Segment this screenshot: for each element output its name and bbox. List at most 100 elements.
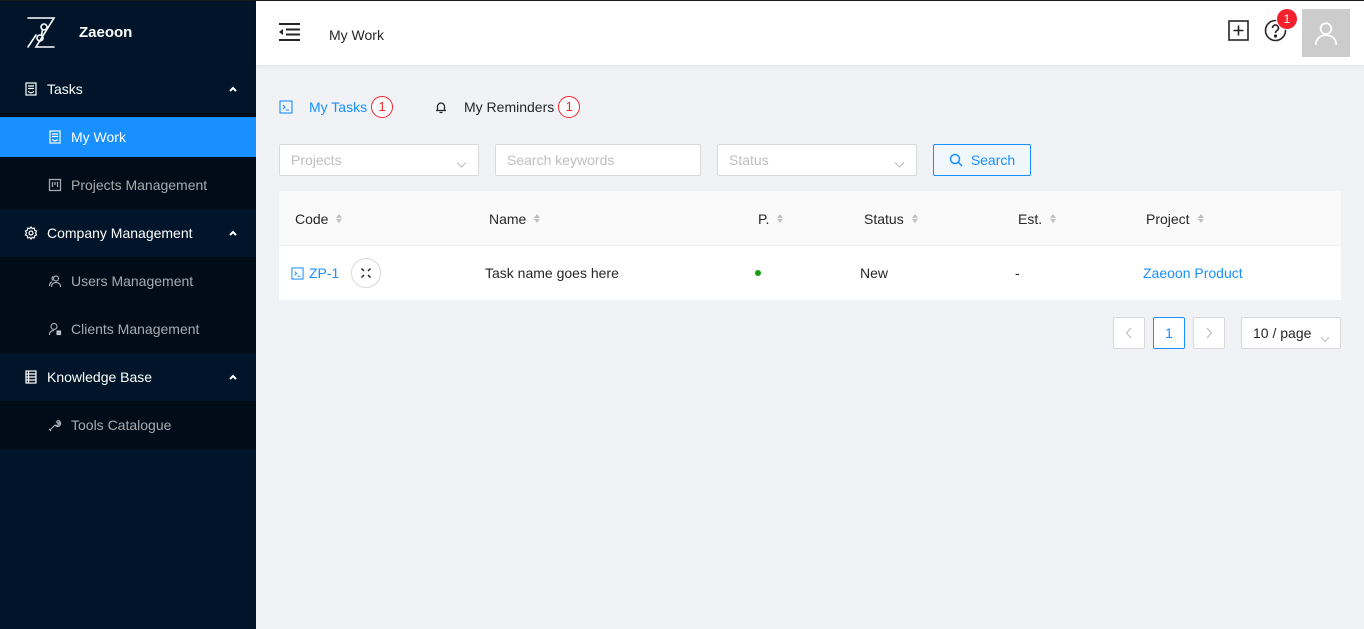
sidebar-item-my-work[interactable]: My Work [0,117,256,157]
task-estimate: - [1015,265,1020,281]
chevron-down-icon [894,156,905,168]
sidebar-item-label: Clients Management [71,321,200,337]
wrench-icon [48,418,62,432]
column-label: Code [295,210,329,227]
sidebar-item-users-management[interactable]: Users Management [0,261,256,301]
sort-icon[interactable] [1197,214,1204,223]
user-icon [1314,22,1338,45]
sidebar-group-tasks[interactable]: Tasks [0,65,256,113]
expand-task-button[interactable] [351,258,381,288]
task-name: Task name goes here [485,265,619,281]
book-icon [24,370,38,384]
sidebar-group-label: Knowledge Base [47,369,153,385]
column-header-estimate[interactable]: Est. [1018,191,1057,246]
chevron-down-icon [1320,330,1330,343]
task-code-link[interactable]: ZP-1 [291,265,339,281]
tab-my-reminders[interactable]: My Reminders 1 [434,93,581,128]
column-header-priority[interactable]: P. [758,191,784,246]
zaeoon-logo-icon [27,16,56,48]
page-size-select[interactable]: 10 / page [1241,317,1341,349]
page-title: My Work [329,27,384,43]
cell-estimate: - [1015,246,1020,300]
prev-page-button[interactable] [1113,317,1145,349]
project-link[interactable]: Zaeoon Product [1143,265,1243,281]
task-doc-icon [48,130,62,144]
tab-label: My Tasks [309,99,368,115]
sidebar-item-projects-management[interactable]: Projects Management [0,165,256,205]
cell-status: New [860,246,888,300]
sidebar-group-knowledge-base[interactable]: Knowledge Base [0,353,256,401]
tab-count-badge: 1 [558,96,581,118]
search-icon [949,153,963,167]
tab-label: My Reminders [464,99,555,115]
task-status: New [860,265,889,281]
page-number: 1 [1165,325,1173,341]
bell-icon [434,100,448,114]
cell-project: Zaeoon Product [1143,246,1243,300]
sidebar-item-label: Users Management [71,273,194,289]
tab-my-tasks[interactable]: My Tasks 1 [279,93,394,128]
sidebar-item-clients-management[interactable]: Clients Management [0,309,256,349]
column-header-name[interactable]: Name [489,191,541,246]
projects-select-placeholder: Projects [291,152,342,168]
chevron-right-icon [1206,327,1213,339]
chevron-up-icon[interactable] [228,228,238,238]
sidebar-item-label: Projects Management [71,177,208,193]
status-select-placeholder: Status [729,152,769,168]
sidebar-item-tools-catalogue[interactable]: Tools Catalogue [0,405,256,445]
sidebar-group-label: Company Management [47,225,193,241]
table-row[interactable]: ZP-1 Task name goes here New - Zaeoon Pr… [279,246,1341,300]
chevron-up-icon[interactable] [228,84,238,94]
chevron-left-icon [1125,327,1132,339]
column-header-project[interactable]: Project [1146,191,1204,246]
sidebar-submenu-tasks: My Work Projects Management [0,113,256,209]
sidebar: Zaeoon Tasks My Work Projects Management [0,0,256,629]
expand-icon [360,267,372,279]
next-page-button[interactable] [1193,317,1225,349]
page-1-button[interactable]: 1 [1153,317,1185,349]
board-icon [48,178,62,192]
task-code: ZP-1 [309,265,340,281]
keywords-field[interactable] [495,144,701,176]
search-keywords-input[interactable] [507,152,700,168]
cell-priority [755,246,761,300]
column-label: Est. [1018,210,1043,227]
sort-icon[interactable] [534,214,541,223]
page-size-value: 10 / page [1253,325,1312,341]
terminal-icon [291,266,304,280]
table-header: Code Name P. Status Est. Project [279,191,1341,246]
column-label: P. [758,210,770,227]
client-icon [48,322,62,336]
projects-select[interactable]: Projects [279,144,479,176]
sort-icon[interactable] [336,214,343,223]
users-icon [48,274,62,288]
sidebar-group-company-management[interactable]: Company Management [0,209,256,257]
cell-name: Task name goes here [485,246,619,300]
column-header-code[interactable]: Code [295,191,343,246]
task-doc-icon [24,82,38,96]
chevron-down-icon [456,156,467,168]
sidebar-submenu-knowledge: Tools Catalogue [0,401,256,449]
brand-name: Zaeoon [79,24,133,41]
tasks-table: Code Name P. Status Est. Project ZP-1 Ta… [279,191,1341,300]
sort-icon[interactable] [1050,214,1057,223]
logo[interactable]: Zaeoon [0,0,256,65]
gear-icon [24,226,38,240]
chevron-up-icon[interactable] [228,372,238,382]
column-label: Name [489,210,527,227]
tabs: My Tasks 1 My Reminders 1 [279,93,679,156]
priority-dot [755,270,761,276]
menu-fold-icon[interactable] [279,22,300,42]
search-button[interactable]: Search [933,144,1031,176]
pagination: 1 10 / page [279,317,1341,349]
user-avatar[interactable] [1302,9,1350,57]
plus-square-icon[interactable] [1228,20,1249,41]
column-header-status[interactable]: Status [864,191,918,246]
status-select[interactable]: Status [717,144,917,176]
column-label: Project [1146,210,1190,227]
sort-icon[interactable] [911,214,918,223]
sidebar-group-label: Tasks [47,81,83,97]
sort-icon[interactable] [777,214,784,223]
search-button-label: Search [970,152,1016,168]
top-header: My Work 1 [256,0,1364,65]
